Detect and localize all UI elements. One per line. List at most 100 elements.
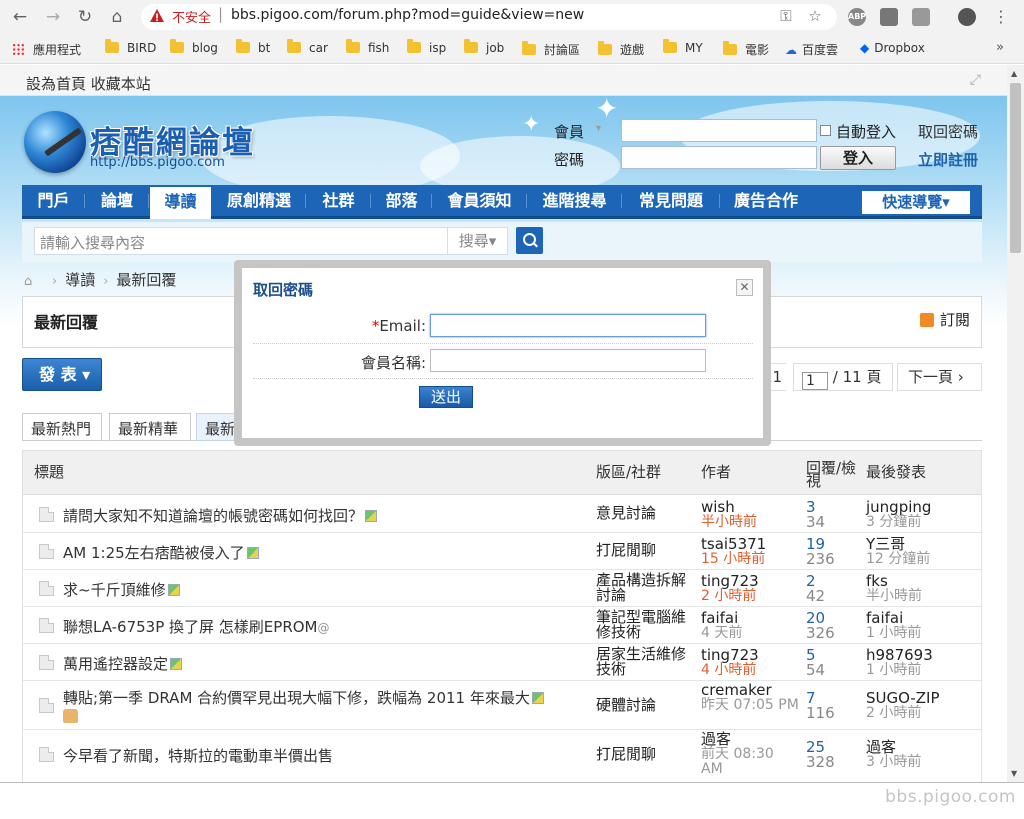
thread-author[interactable]: faifai 4 天前: [701, 611, 799, 641]
bookmark-movies[interactable]: 電影: [723, 41, 769, 57]
thread-forum[interactable]: 產品構造拆解討論: [596, 573, 696, 603]
auto-login-checkbox[interactable]: 自動登入: [820, 121, 896, 142]
thread-author[interactable]: ting723 2 小時前: [701, 574, 799, 604]
back-icon[interactable]: ←: [9, 6, 31, 28]
scroll-down-icon[interactable]: ▼: [1011, 769, 1017, 778]
forward-icon[interactable]: →: [42, 6, 64, 28]
thread-last-post[interactable]: Y三哥 12 分鐘前: [866, 537, 981, 567]
login-button[interactable]: 登入: [820, 146, 896, 170]
bookmark-games[interactable]: 遊戲: [598, 41, 644, 57]
register-link[interactable]: 立即註冊: [918, 149, 978, 170]
quick-nav-button[interactable]: 快速導覽▾: [862, 191, 970, 214]
top-links[interactable]: 設為首頁 收藏本站: [26, 73, 151, 94]
thread-last-post[interactable]: fks 半小時前: [866, 574, 981, 604]
thread-last-post[interactable]: jungping 3 分鐘前: [866, 500, 981, 530]
thread-last-post[interactable]: h987693 1 小時前: [866, 648, 981, 678]
profile-icon[interactable]: [958, 8, 976, 26]
member-dropdown-icon[interactable]: ▾: [596, 123, 601, 134]
thread-author[interactable]: wish 半小時前: [701, 500, 799, 530]
subscribe-link[interactable]: 訂閱: [919, 309, 970, 330]
more-bookmarks-icon[interactable]: »: [996, 40, 1004, 55]
bookmark-my[interactable]: MY: [663, 39, 703, 57]
table-row[interactable]: 今早看了新聞，特斯拉的電動車半價出售 打屁閒聊 過客 前天 08:30 AM 25…: [23, 730, 981, 780]
bookmark-job[interactable]: job: [464, 39, 504, 57]
bookmark-apps[interactable]: 應用程式: [12, 41, 81, 57]
next-page-button[interactable]: 下一頁 ›: [897, 363, 982, 391]
nav-item-blogs[interactable]: 部落: [371, 185, 432, 216]
nav-item-forum[interactable]: 論壇: [85, 185, 149, 216]
thread-author[interactable]: 過客 前天 08:30 AM: [701, 732, 799, 777]
thread-last-post[interactable]: SUGO-ZIP 2 小時前: [866, 691, 981, 721]
chat-extension-icon[interactable]: [880, 8, 898, 26]
search-icon[interactable]: [516, 227, 543, 254]
table-row[interactable]: 萬用遙控器設定 居家生活維修技術 ting723 4 小時前 5 54 h98769…: [23, 644, 981, 681]
close-icon[interactable]: ✕: [736, 279, 753, 296]
bookmark-bird[interactable]: BIRD: [105, 39, 156, 57]
thread-forum[interactable]: 打屁閒聊: [596, 747, 696, 762]
thread-author[interactable]: tsai5371 15 小時前: [701, 537, 799, 567]
nav-item-original[interactable]: 原創精選: [212, 185, 306, 216]
search-type-select[interactable]: 搜尋▾: [448, 227, 508, 255]
expand-icon[interactable]: ⤢: [970, 72, 981, 88]
bookmark-bt[interactable]: bt: [236, 39, 270, 57]
nav-item-advanced-search[interactable]: 進階搜尋: [527, 185, 622, 216]
email-field[interactable]: [430, 314, 706, 337]
logo-globe-icon[interactable]: [24, 111, 86, 173]
bookmark-baidu[interactable]: ☁ 百度雲: [785, 41, 838, 57]
bookmark-forum[interactable]: 討論區: [522, 41, 580, 57]
thread-forum[interactable]: 硬體討論: [596, 698, 696, 713]
translate-extension-icon[interactable]: [912, 8, 930, 26]
bookmark-isp[interactable]: isp: [407, 39, 446, 57]
bookmark-fish[interactable]: fish: [346, 39, 389, 57]
tab-digest[interactable]: 最新精華: [109, 413, 191, 441]
retrieve-password-link[interactable]: 取回密碼: [918, 121, 978, 142]
home-icon[interactable]: ⌂: [24, 274, 38, 289]
bookmark-star-icon[interactable]: ☆: [806, 7, 824, 25]
username-field[interactable]: [621, 119, 817, 142]
submit-button[interactable]: 送出: [419, 386, 473, 408]
new-post-button[interactable]: 發 表 ▾: [22, 358, 102, 391]
thread-subject[interactable]: 求~千斤頂維修: [63, 579, 180, 600]
search-input[interactable]: 請輸入搜尋內容: [34, 227, 448, 255]
nav-item-rules[interactable]: 會員須知: [432, 185, 527, 216]
nav-item-guide[interactable]: 導讀: [150, 187, 211, 219]
thread-subject[interactable]: 請問大家知不知道論壇的帳號密碼如何找回？: [63, 505, 378, 526]
thread-subject[interactable]: 轉貼;第一季 DRAM 合約價罕見出現大幅下修，跌幅為 2011 年來最大: [63, 687, 544, 708]
thread-author[interactable]: cremaker 昨天 07:05 PM: [701, 683, 799, 713]
member-name-field[interactable]: [430, 349, 706, 372]
thread-author[interactable]: ting723 4 小時前: [701, 648, 799, 678]
scroll-up-icon[interactable]: ▲: [1011, 69, 1017, 78]
nav-item-portal[interactable]: 門戶: [22, 185, 85, 216]
menu-icon[interactable]: ⋮: [990, 6, 1012, 28]
key-icon[interactable]: ⚿: [777, 7, 795, 25]
thread-subject[interactable]: 萬用遙控器設定: [63, 653, 183, 674]
table-row[interactable]: 求~千斤頂維修 產品構造拆解討論 ting723 2 小時前 2 42 fks 半小時…: [23, 570, 981, 607]
nav-item-faq[interactable]: 常見問題: [622, 185, 720, 216]
nav-item-groups[interactable]: 社群: [306, 185, 371, 216]
checkbox-icon[interactable]: [820, 125, 831, 136]
thread-forum[interactable]: 意見討論: [596, 506, 696, 521]
bookmark-car[interactable]: car: [287, 39, 328, 57]
url-text[interactable]: bbs.pigoo.com/forum.php?mod=guide&view=n…: [231, 7, 584, 23]
password-field[interactable]: [621, 146, 817, 169]
thread-forum[interactable]: 居家生活維修技術: [596, 647, 696, 677]
table-row[interactable]: 請問大家知不知道論壇的帳號密碼如何找回？ 意見討論 wish 半小時前 3 34 j…: [23, 495, 981, 533]
scroll-thumb[interactable]: [1010, 83, 1021, 253]
breadcrumb-latest-replies[interactable]: 最新回覆: [116, 271, 176, 289]
thread-forum[interactable]: 打屁閒聊: [596, 543, 696, 558]
tab-hot[interactable]: 最新熱門: [22, 413, 102, 441]
bookmark-blog[interactable]: blog: [170, 39, 218, 57]
bookmark-dropbox[interactable]: ◆ Dropbox: [860, 41, 925, 57]
thread-subject[interactable]: 今早看了新聞，特斯拉的電動車半價出售: [63, 745, 333, 766]
thread-last-post[interactable]: 過客 3 小時前: [866, 740, 981, 770]
home-icon[interactable]: ⌂: [106, 6, 128, 28]
thread-forum[interactable]: 筆記型電腦維修技術: [596, 610, 696, 640]
thread-subject[interactable]: AM 1:25左右痞酷被侵入了: [63, 542, 259, 563]
thread-last-post[interactable]: faifai 1 小時前: [866, 611, 981, 641]
table-row[interactable]: AM 1:25左右痞酷被侵入了 打屁閒聊 tsai5371 15 小時前 19 23…: [23, 533, 981, 570]
address-bar[interactable]: 不安全 | bbs.pigoo.com/forum.php?mod=guide&…: [141, 4, 837, 30]
table-row[interactable]: 轉貼;第一季 DRAM 合約價罕見出現大幅下修，跌幅為 2011 年來最大 硬體…: [23, 681, 981, 730]
breadcrumb-guide[interactable]: 導讀: [65, 271, 95, 289]
reload-icon[interactable]: ↻: [74, 6, 96, 28]
page-number-input[interactable]: 1: [802, 372, 828, 390]
